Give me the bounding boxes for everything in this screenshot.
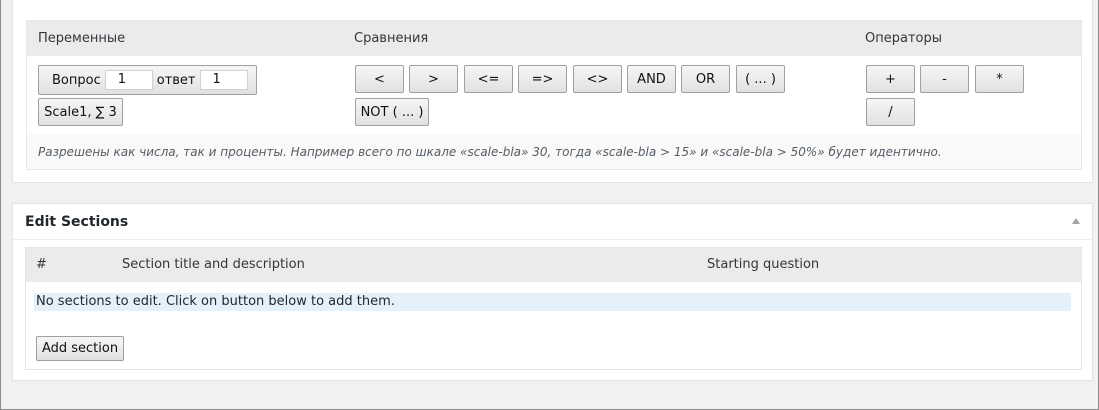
insert-box: Переменные Сравнения Операторы Вопрос 1 … [26,20,1082,170]
plus-button[interactable]: + [866,65,915,93]
edit-sections-title: Edit Sections [25,214,129,230]
less-than-button[interactable]: < [355,65,404,93]
insert-body: Вопрос 1 ответ 1 Scale1, ∑ 3 < > <= => <… [27,56,1081,134]
scale-button[interactable]: Scale1, ∑ 3 [38,98,123,126]
operators-title: Операторы [865,31,942,46]
answer-label: ответ [156,72,196,88]
sections-table-header: # Section title and description Starting… [26,248,1081,282]
or-button[interactable]: OR [681,65,730,93]
greater-equal-button[interactable]: => [518,65,567,93]
answer-number-input[interactable]: 1 [199,70,248,90]
add-section-button[interactable]: Add section [36,336,124,361]
multiply-button[interactable]: * [975,65,1024,93]
triangle-up-icon[interactable] [1072,218,1080,224]
parentheses-button[interactable]: ( ... ) [736,65,785,93]
not-button[interactable]: NOT ( ... ) [355,98,429,126]
insert-header: Переменные Сравнения Операторы [27,21,1081,56]
and-button[interactable]: AND [627,65,676,93]
greater-than-button[interactable]: > [409,65,458,93]
divide-button[interactable]: / [866,98,915,126]
not-equal-button[interactable]: <> [573,65,622,93]
question-label: Вопрос [52,72,101,88]
sections-table: # Section title and description Starting… [25,247,1082,370]
minus-button[interactable]: - [920,65,969,93]
insert-panel: Переменные Сравнения Операторы Вопрос 1 … [12,0,1093,183]
col-starting-question: Starting question [707,257,820,272]
comparisons-title: Сравнения [354,31,429,46]
edit-sections-header[interactable]: Edit Sections [13,204,1092,240]
col-section-title: Section title and description [122,257,305,272]
edit-sections-panel: Edit Sections # Section title and descri… [12,203,1093,381]
question-number-input[interactable]: 1 [104,70,153,90]
col-number: # [36,257,47,272]
question-answer-button[interactable]: Вопрос 1 ответ 1 [38,65,257,95]
less-equal-button[interactable]: <= [464,65,513,93]
empty-sections-message: No sections to edit. Click on button bel… [34,293,1071,311]
variables-title: Переменные [38,31,126,46]
hint-text: Разрешены как числа, так и проценты. Нап… [38,145,942,159]
